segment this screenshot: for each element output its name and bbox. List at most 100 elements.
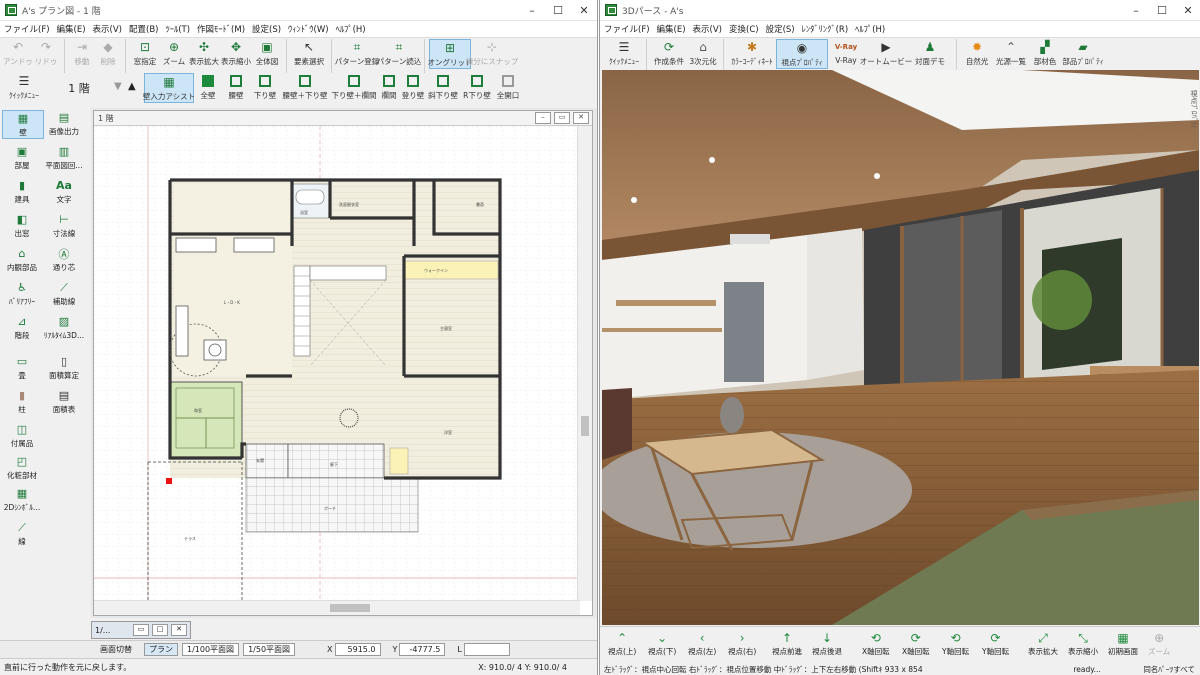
creation-conditions-button[interactable]: ⟳ 作成条件 <box>651 39 687 67</box>
menu-place[interactable]: 配置(B) <box>129 23 158 35</box>
close-button[interactable]: ✕ <box>1175 4 1200 17</box>
tool-tatami[interactable]: ▭ 畳 <box>2 354 42 381</box>
full-view-button[interactable]: ▣ 全体図 <box>252 39 282 67</box>
menu-tools[interactable]: ﾂｰﾙ(T) <box>165 23 190 35</box>
menu-file[interactable]: ファイル(F) <box>4 23 50 35</box>
menu-rendering[interactable]: ﾚﾝﾀﾞﾘﾝｸﾞ(R) <box>802 23 849 35</box>
menu-edit[interactable]: 編集(E) <box>657 23 686 35</box>
tool-room[interactable]: ▣ 部屋 <box>2 144 42 171</box>
menu-draw-mode[interactable]: 作図ﾓｰﾄﾞ(M) <box>197 23 245 35</box>
ranma-button[interactable]: 欄間 <box>378 73 400 101</box>
viewpoint-property-button[interactable]: ◉ 視点ﾌﾟﾛﾊﾟﾃｨ <box>776 39 828 69</box>
wall-assist-button[interactable]: ▦ 壁入力アシスト <box>143 73 195 103</box>
tool-barrier-free[interactable]: ♿ ﾊﾞﾘｱﾌﾘｰ <box>2 280 42 307</box>
menu-view[interactable]: 表示(V) <box>693 23 722 35</box>
y-rotate-reverse-button[interactable]: ⟳ Y軸回転 <box>982 631 1009 657</box>
initial-view-button[interactable]: ▦ 初期画面 <box>1108 631 1138 657</box>
part-property-button[interactable]: ▰ 部品ﾌﾟﾛﾊﾟﾃｨ <box>1061 39 1105 67</box>
color-coordinate-button[interactable]: ✱ ｶﾗｰｺｰﾃﾞｨﾈｰﾄ <box>728 39 776 67</box>
tool-wall[interactable]: ▦ 壁 <box>2 110 44 139</box>
pattern-register-button[interactable]: ⌗ パターン登録 <box>335 39 380 67</box>
waist-wall-button[interactable]: 腰壁 <box>222 73 250 101</box>
tool-grid-line[interactable]: Ⓐ 通り芯 <box>44 246 84 273</box>
menu-file[interactable]: ファイル(F) <box>604 23 650 35</box>
menu-help[interactable]: ﾍﾙﾌﾟ(H) <box>336 23 366 35</box>
floor-down-icon[interactable]: ▼ <box>114 81 128 92</box>
element-select-button[interactable]: ↖ 要素選択 <box>291 39 327 67</box>
move-button[interactable]: ⇥ 移動 <box>69 39 95 67</box>
tool-pillar[interactable]: ▮ 柱 <box>2 388 42 415</box>
x-coordinate-field[interactable]: 5915.0 <box>334 643 381 656</box>
tool-line[interactable]: ⟋ 線 <box>2 520 42 547</box>
tool-plan-drawing[interactable]: ▥ 平面図回... <box>44 144 84 171</box>
tool-2d-symbol[interactable]: ▦ 2Dｼﾝﾎﾞﾙ... <box>2 486 42 513</box>
hanging-wall-button[interactable]: 下り壁 <box>250 73 280 101</box>
menu-view[interactable]: 表示(V) <box>93 23 122 35</box>
plan-horizontal-scrollbar[interactable] <box>94 600 580 615</box>
minimize-button[interactable]: – <box>1123 4 1149 17</box>
vray-button[interactable]: V-Ray V-Ray <box>828 39 864 65</box>
display-zoom-in-button[interactable]: ⤢ 表示拡大 <box>1028 631 1058 657</box>
view-backward-button[interactable]: ↓ 視点後退 <box>812 631 842 657</box>
auto-movie-button[interactable]: ▶ オートムービー <box>860 39 913 67</box>
length-field[interactable] <box>463 643 510 656</box>
plan-view-button[interactable]: プラン <box>144 643 178 656</box>
maximize-button[interactable]: ☐ <box>1149 4 1175 17</box>
child-minimize-button[interactable]: – <box>535 112 551 124</box>
menu-convert[interactable]: 変換(C) <box>729 23 759 35</box>
close-button[interactable]: ✕ <box>571 4 597 17</box>
waist-hanging-wall-button[interactable]: 腰壁＋下り壁 <box>280 73 330 101</box>
quick-menu-button[interactable]: ☰ ｸｲｯｸﾒﾆｭｰ <box>4 73 44 101</box>
view-up-button[interactable]: ⌃ 視点(上) <box>608 631 636 657</box>
y-rotate-button[interactable]: ⟲ Y軸回転 <box>942 631 969 657</box>
child-restore-button[interactable]: ▭ <box>554 112 570 124</box>
convert-3d-button[interactable]: ⌂ 3次元化 <box>687 39 719 67</box>
tool-fitting[interactable]: ▮ 建具 <box>2 178 42 205</box>
full-wall-button[interactable]: 全壁 <box>194 73 222 101</box>
scale-50-button[interactable]: 1/50平面図 <box>243 643 296 656</box>
on-grid-button[interactable]: ⊞ オングリッド <box>428 39 473 69</box>
delete-button[interactable]: ◆ 削除 <box>95 39 121 67</box>
viewpoint-property-tab[interactable]: 視点ﾌﾟﾛﾊﾟﾃｨ <box>1189 90 1199 129</box>
3d-render-viewport[interactable] <box>602 70 1199 625</box>
zoom-in-button[interactable]: ✣ 表示拡大 <box>188 39 220 67</box>
tool-image-export[interactable]: ▤ 画像出力 <box>44 110 84 137</box>
undo-button[interactable]: ↶ アンドゥ <box>3 39 33 67</box>
tool-stairs[interactable]: ⊿ 階段 <box>2 314 42 341</box>
tool-guide-line[interactable]: ⟋ 補助線 <box>44 280 84 307</box>
line-snap-button[interactable]: ⊹ 線分にスナップ <box>466 39 519 67</box>
floor-up-icon[interactable]: ▲ <box>128 81 144 92</box>
zoom-button[interactable]: ⊕ ズーム <box>1148 631 1170 657</box>
tool-text[interactable]: Aa 文字 <box>44 178 84 205</box>
full-opening-button[interactable]: 全開口 <box>494 73 522 101</box>
child-close-button[interactable]: ✕ <box>573 112 589 124</box>
x-rotate-button[interactable]: ⟲ X軸回転 <box>862 631 890 657</box>
slant-hanging-wall-button[interactable]: 斜下り壁 <box>426 73 460 101</box>
menu-edit[interactable]: 編集(E) <box>57 23 86 35</box>
menu-settings[interactable]: 設定(S) <box>766 23 795 35</box>
quick-menu-button[interactable]: ☰ ｸｲｯｸﾒﾆｭｰ <box>606 39 642 67</box>
window-select-button[interactable]: ⊡ 窓指定 <box>130 39 160 67</box>
hanging-wall-ranma-button[interactable]: 下り壁＋欄間 <box>330 73 378 101</box>
selection-handle[interactable] <box>166 478 172 484</box>
menu-window[interactable]: ｳｨﾝﾄﾞｳ(W) <box>288 23 329 35</box>
scale-100-button[interactable]: 1/100平面図 <box>182 643 240 656</box>
material-color-button[interactable]: ▞ 部材色 <box>1029 39 1061 67</box>
maximize-button[interactable]: ☐ <box>545 4 571 17</box>
tool-realtime-3d[interactable]: ▨ ﾘｱﾙﾀｲﾑ3D... <box>44 314 84 341</box>
view-forward-button[interactable]: ↑ 視点前進 <box>772 631 802 657</box>
minimize-button[interactable]: – <box>519 4 545 17</box>
horizontal-scroll-thumb[interactable] <box>330 604 370 612</box>
rising-wall-button[interactable]: 登り壁 <box>400 73 426 101</box>
tool-bay-window[interactable]: ◧ 出窓 <box>2 212 42 239</box>
view-down-button[interactable]: ⌄ 視点(下) <box>648 631 676 657</box>
redo-button[interactable]: ↷ リドゥ <box>32 39 60 67</box>
face-demo-button[interactable]: ♟ 対面デモ <box>908 39 952 67</box>
tool-dimension[interactable]: ⊢ 寸法線 <box>44 212 84 239</box>
x-rotate-reverse-button[interactable]: ⟳ X軸回転 <box>902 631 930 657</box>
mini-restore-button[interactable]: ▭ <box>133 624 149 636</box>
mini-close-button[interactable]: ✕ <box>171 624 187 636</box>
minimized-child-window[interactable]: 1/... ▭ □ ✕ <box>91 621 191 639</box>
tool-trim[interactable]: ◰ 化粧部材 <box>2 454 42 481</box>
pattern-load-button[interactable]: ⌗ パターン読込 <box>377 39 422 67</box>
